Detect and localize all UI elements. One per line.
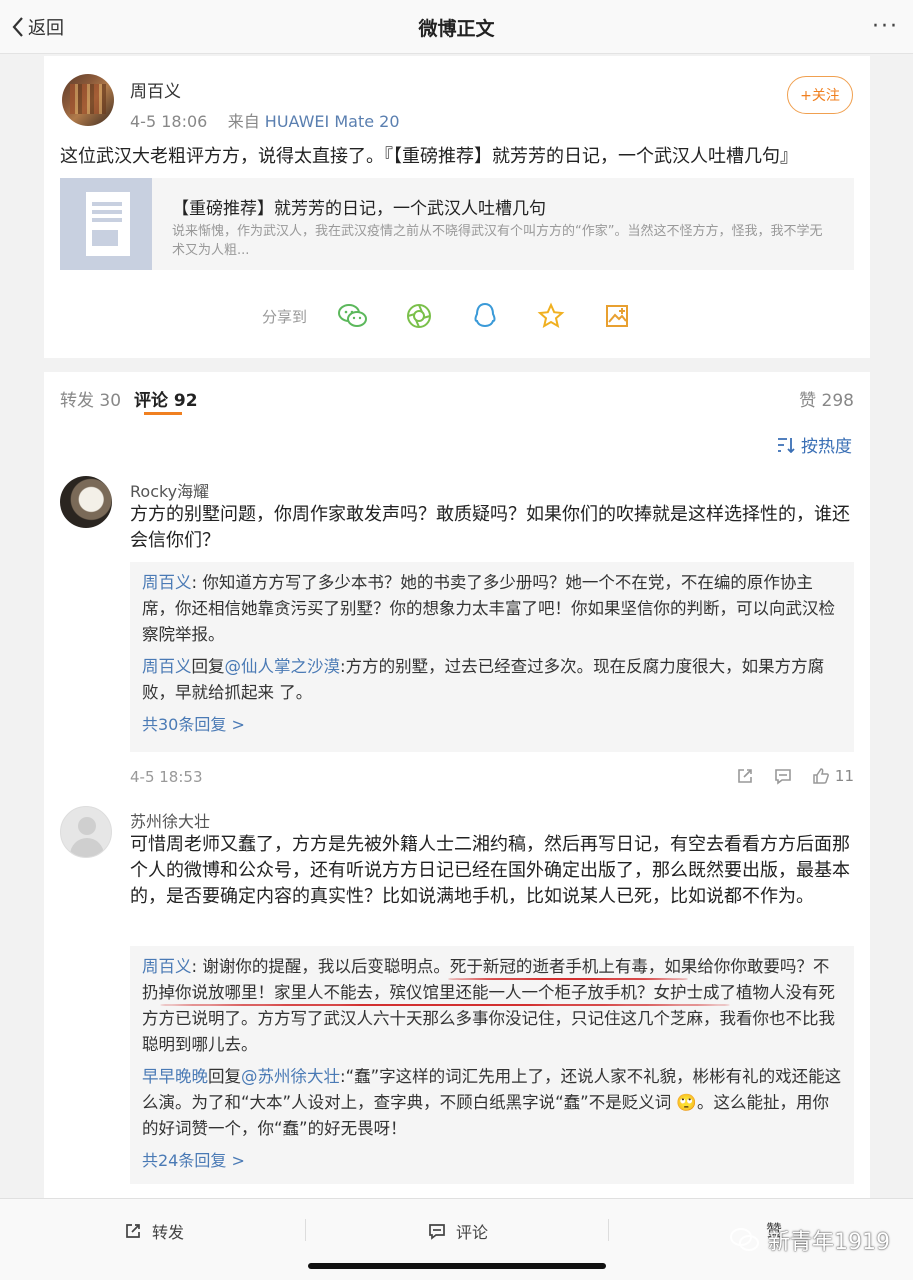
active-tab-indicator [144, 412, 182, 415]
comment-text: 方方的别墅问题，你周作家敢发声吗？敢质疑吗？如果你们的吹捧就是这样选择性的，谁还… [130, 504, 850, 551]
favorite-icon[interactable] [533, 298, 569, 334]
repost-label: 转发 [152, 1223, 185, 1242]
follow-button[interactable]: +关注 [787, 76, 853, 114]
comment-item: Rocky海耀 方方的别墅问题，你周作家敢发声吗？敢质疑吗？如果你们的吹捧就是这… [44, 476, 870, 796]
reply-user[interactable]: 周百义 [142, 657, 192, 676]
article-title: 【重磅推荐】就芳芳的日记，一个武汉人吐槽几句 [172, 199, 546, 219]
comment-text: 可惜周老师又蠢了，方方是先被外籍人士二湘约稿，然后再写日记，有空去看看方方后面那… [130, 834, 850, 907]
comments-section: 转发 30 评论 92 赞 298 按热度 Rocky海耀 方方的别墅问题，你周… [44, 372, 870, 1202]
reply-item: 周百义回复@仙人掌之沙漠:方方的别墅，过去已经查过多次。现在反腐力度很大，如果方… [142, 657, 825, 702]
watermark: 新青年1919 [730, 1224, 890, 1256]
reply-item: 早早晚晚回复@苏州徐大壮:“蠢”字这样的词汇先用上了，还说人家不礼貌，彬彬有礼的… [142, 1067, 842, 1138]
divider [608, 1219, 609, 1241]
reply-box[interactable]: 周百义: 谢谢你的提醒，我以后变聪明点。死于新冠的逝者手机上有毒，如果给你你敢要… [130, 946, 854, 1184]
more-replies-link[interactable]: 共30条回复 > [142, 712, 842, 738]
sort-by-hot-button[interactable]: 按热度 [777, 432, 852, 457]
tab-comments[interactable]: 评论 92 [134, 386, 198, 411]
reply-icon[interactable] [773, 766, 793, 786]
tab-bar: 转发 30 评论 92 赞 298 [44, 372, 870, 418]
post-time: 4-5 18:06 [130, 112, 208, 131]
annotation-underline [160, 1004, 730, 1006]
source-prefix: 来自 [227, 112, 260, 131]
like-count: 11 [834, 767, 854, 785]
more-replies-link[interactable]: 共24条回复 > [142, 1148, 842, 1174]
reply-user[interactable]: 早早晚晚 [142, 1067, 208, 1086]
wechat-icon [730, 1228, 759, 1251]
image-save-icon[interactable] [599, 298, 635, 334]
qq-icon[interactable] [467, 298, 503, 334]
reply-item: 周百义: 你知道方方写了多少本书？她的书卖了多少册吗？她一个不在党，不在编的原作… [142, 573, 835, 644]
repost-button[interactable]: 转发 [124, 1219, 184, 1243]
article-card[interactable]: 【重磅推荐】就芳芳的日记，一个武汉人吐槽几句 说来惭愧，作为武汉人，我在武汉疫情… [60, 178, 854, 270]
reply-mention[interactable]: @仙人掌之沙漠 [225, 657, 341, 676]
home-indicator[interactable] [308, 1263, 606, 1269]
navigation-bar: 返回 微博正文 ··· [0, 0, 913, 54]
post-text: 这位武汉大老粗评方方，说得太直接了。『【重磅推荐】就芳芳的日记，一个武汉人吐槽几… [60, 146, 798, 167]
author-name[interactable]: 周百义 [130, 77, 181, 102]
share-row: 分享到 [262, 296, 665, 336]
page-title: 微博正文 [418, 18, 495, 40]
repost-icon [126, 1224, 140, 1238]
divider [305, 1219, 306, 1241]
reply-box[interactable]: 周百义: 你知道方方写了多少本书？她的书卖了多少册吗？她一个不在党，不在编的原作… [130, 562, 854, 752]
commenter-avatar[interactable] [60, 476, 112, 528]
comment-actions: 11 [717, 766, 854, 786]
wechat-icon[interactable] [335, 298, 371, 334]
sort-label: 按热度 [801, 437, 852, 457]
more-options-button[interactable]: ··· [872, 14, 899, 39]
share-icon[interactable] [735, 766, 755, 786]
like-icon[interactable] [811, 766, 831, 786]
tab-likes[interactable]: 赞 298 [799, 386, 854, 411]
post-card: 周百义 4-5 18:06 来自 HUAWEI Mate 20 +关注 这位武汉… [44, 56, 870, 358]
commenter-name[interactable]: Rocky海耀 [130, 478, 209, 502]
comment-icon [429, 1224, 445, 1240]
share-label: 分享到 [262, 307, 308, 326]
reply-mention[interactable]: @苏州徐大壮 [241, 1067, 340, 1086]
comment-time: 4-5 18:53 [130, 768, 203, 786]
author-avatar[interactable] [62, 74, 114, 126]
comment-item: 苏州徐大壮 可惜周老师又蠢了，方方是先被外籍人士二湘约稿，然后再写日记，有空去看… [44, 806, 870, 1202]
moments-icon[interactable] [401, 298, 437, 334]
article-description: 说来惭愧，作为武汉人，我在武汉疫情之前从不晓得武汉有个叫方方的“作家”。当然这不… [172, 224, 823, 258]
post-device[interactable]: HUAWEI Mate 20 [265, 112, 400, 131]
reply-text: 你知道方方写了多少本书？她的书卖了多少册吗？她一个不在党，不在编的原作协主席，你… [142, 573, 835, 644]
tab-reposts[interactable]: 转发 30 [60, 386, 121, 411]
reply-item: 周百义: 谢谢你的提醒，我以后变聪明点。死于新冠的逝者手机上有毒，如果给你你敢要… [142, 957, 835, 1054]
comment-button[interactable]: 评论 [428, 1219, 488, 1243]
comment-label: 评论 [456, 1223, 489, 1242]
reply-user[interactable]: 周百义 [142, 573, 192, 592]
bottom-action-bar: 转发 评论 赞 新青年1919 [0, 1198, 913, 1280]
commenter-name[interactable]: 苏州徐大壮 [130, 808, 210, 832]
annotation-underline [448, 978, 688, 980]
reply-user[interactable]: 周百义 [142, 957, 192, 976]
comment-footer: 4-5 18:53 11 [130, 766, 854, 790]
watermark-text: 新青年1919 [768, 1230, 890, 1255]
sort-icon [778, 437, 795, 453]
post-meta: 4-5 18:06 来自 HUAWEI Mate 20 [130, 108, 400, 132]
commenter-avatar[interactable] [60, 806, 112, 858]
article-thumbnail [60, 178, 152, 270]
